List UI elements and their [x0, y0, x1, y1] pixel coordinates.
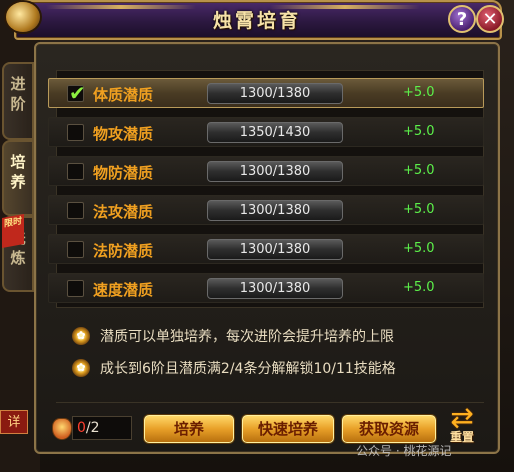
note-text: 成长到6阶且潜质满2/4条分解解锁10/11技能格 [100, 361, 396, 377]
potential-row-speed[interactable]: 速度潜质 1300/1380 +5.0 [48, 273, 484, 303]
bonus-value: +5.0 [403, 280, 435, 295]
potential-value-bar: 1300/1380 [207, 200, 343, 221]
row-checkbox[interactable] [67, 202, 84, 219]
tab-train-label: 培养 [10, 153, 26, 191]
limited-time-ribbon: 限时 [2, 214, 24, 248]
main-panel: ✔ 体质潜质 1300/1380 +5.0 物攻潜质 1350/1430 +5.… [34, 42, 500, 454]
checkmark-icon: ✔ [69, 81, 86, 105]
row-label: 物防潜质 [93, 164, 154, 182]
tab-advance-label: 进阶 [10, 75, 26, 113]
row-label: 法防潜质 [93, 242, 154, 260]
bonus-value: +5.0 [403, 85, 435, 100]
note-text: 潜质可以单独培养，每次进阶会提升培养的上限 [100, 329, 394, 345]
close-button[interactable]: ✕ [476, 5, 504, 33]
potential-value-bar: 1300/1380 [207, 239, 343, 260]
window-title: 烛霄培育 [212, 10, 301, 32]
tab-train[interactable]: 培养 [2, 140, 34, 216]
cultivation-window: 烛霄培育 ? ✕ 进阶 培养 限时 洗炼 ✔ 体质潜质 1300/1380 +5… [0, 0, 514, 472]
potential-row-phys-defense[interactable]: 物防潜质 1300/1380 +5.0 [48, 156, 484, 186]
divider [56, 402, 484, 403]
cultivation-item-icon [52, 418, 72, 440]
bonus-value: +5.0 [403, 202, 435, 217]
get-resource-button[interactable]: 获取资源 [342, 415, 436, 443]
row-label: 法攻潜质 [93, 203, 154, 221]
watermark-text: 公众号 · 桃花源记 [356, 444, 452, 458]
item-count-total: /2 [85, 420, 100, 436]
potential-value-bar: 1300/1380 [207, 278, 343, 299]
potential-row-magic-defense[interactable]: 法防潜质 1300/1380 +5.0 [48, 234, 484, 264]
row-checkbox[interactable]: ✔ [67, 81, 86, 105]
potential-row-phys-attack[interactable]: 物攻潜质 1350/1430 +5.0 [48, 117, 484, 147]
row-label: 速度潜质 [93, 281, 154, 299]
potential-value-bar: 1300/1380 [207, 83, 343, 104]
row-checkbox[interactable] [67, 124, 84, 141]
potential-row-constitution[interactable]: ✔ 体质潜质 1300/1380 +5.0 [48, 78, 484, 108]
flower-bullet-icon: ✿ [72, 359, 90, 377]
potential-row-magic-attack[interactable]: 法攻潜质 1300/1380 +5.0 [48, 195, 484, 225]
flower-bullet-icon: ✿ [72, 327, 90, 345]
tab-advance[interactable]: 进阶 [2, 62, 34, 140]
potential-value-bar: 1300/1380 [207, 161, 343, 182]
bonus-value: +5.0 [403, 241, 435, 256]
potential-value-bar: 1350/1430 [207, 122, 343, 143]
train-button[interactable]: 培养 [144, 415, 234, 443]
row-checkbox[interactable] [67, 163, 84, 180]
bonus-value: +5.0 [403, 163, 435, 178]
item-count-current: 0 [77, 420, 86, 436]
detail-tag[interactable]: 详 [0, 410, 28, 434]
tab-refine[interactable]: 限时 洗炼 [2, 214, 34, 292]
bonus-value: +5.0 [403, 124, 435, 139]
quick-train-button[interactable]: 快速培养 [242, 415, 334, 443]
help-button[interactable]: ? [448, 5, 476, 33]
row-checkbox[interactable] [67, 280, 84, 297]
row-checkbox[interactable] [67, 241, 84, 258]
row-label: 物攻潜质 [93, 125, 154, 143]
row-label: 体质潜质 [93, 86, 154, 104]
item-count: 0/2 [72, 416, 132, 440]
